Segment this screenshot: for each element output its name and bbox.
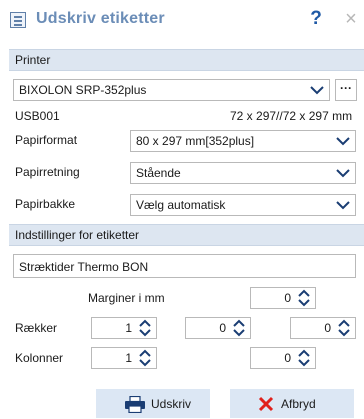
chevron-down-icon	[336, 201, 350, 210]
orientation-label: Papirretning	[15, 165, 80, 179]
orientation-value: Stående	[136, 166, 181, 180]
rows-spinner-1[interactable]: 1	[91, 317, 157, 339]
printer-more-button[interactable]: ···	[335, 79, 357, 101]
tray-value: Vælg automatisk	[136, 198, 226, 212]
spin-arrows-icon[interactable]	[336, 319, 352, 337]
printer-port-text: USB001	[15, 109, 60, 123]
label-settings-title: Indstillinger for etiketter	[15, 228, 140, 242]
print-button[interactable]: Udskriv	[96, 389, 210, 418]
label-template-value: Stræktider Thermo BON	[19, 260, 149, 274]
rows-value-3: 0	[324, 321, 331, 335]
list-document-icon	[10, 12, 26, 28]
label-settings-header: Indstillinger for etiketter	[9, 224, 364, 246]
x-mark-icon	[258, 396, 274, 412]
tray-select[interactable]: Vælg automatisk	[130, 194, 356, 216]
orientation-select[interactable]: Stående	[130, 162, 356, 184]
columns-value-1: 1	[125, 351, 132, 365]
spin-arrows-icon[interactable]	[137, 349, 153, 367]
paper-format-select[interactable]: 80 x 297 mm[352plus]	[130, 130, 356, 152]
spin-arrows-icon[interactable]	[231, 319, 247, 337]
rows-spinner-2[interactable]: 0	[185, 317, 251, 339]
columns-spinner-1[interactable]: 1	[91, 347, 157, 369]
printer-section-title: Printer	[15, 53, 51, 67]
printer-section-header: Printer	[9, 49, 364, 71]
printer-select-value: BIXOLON SRP-352plus	[19, 83, 147, 97]
printer-dimensions-text: 72 x 297//72 x 297 mm	[230, 109, 353, 123]
spin-arrows-icon[interactable]	[137, 319, 153, 337]
rows-value-2: 0	[219, 321, 226, 335]
spin-arrows-icon[interactable]	[296, 289, 312, 307]
title-bar: Udskriv etiketter ? ×	[0, 0, 364, 40]
paper-format-value: 80 x 297 mm[352plus]	[136, 134, 255, 148]
cancel-button-label: Afbryd	[281, 397, 316, 411]
chevron-down-icon	[310, 86, 324, 95]
columns-label: Kolonner	[15, 351, 64, 365]
rows-spinner-3[interactable]: 0	[290, 317, 356, 339]
close-button[interactable]: ×	[340, 6, 362, 32]
print-button-label: Udskriv	[151, 397, 192, 411]
spin-arrows-icon[interactable]	[296, 349, 312, 367]
printer-icon	[125, 396, 145, 413]
label-template-field[interactable]: Stræktider Thermo BON	[13, 254, 356, 278]
rows-label: Rækker	[15, 321, 58, 335]
margins-label: Marginer i mm	[88, 291, 165, 305]
rows-value-1: 1	[125, 321, 132, 335]
chevron-down-icon	[336, 137, 350, 146]
help-button[interactable]: ?	[304, 6, 328, 32]
window-title: Udskriv etiketter	[36, 10, 165, 27]
margin-value: 0	[284, 291, 291, 305]
chevron-down-icon	[336, 169, 350, 178]
printer-select[interactable]: BIXOLON SRP-352plus	[13, 79, 330, 101]
columns-spinner-2[interactable]: 0	[250, 347, 316, 369]
columns-value-2: 0	[284, 351, 291, 365]
paper-format-label: Papirformat	[15, 133, 78, 147]
tray-label: Papirbakke	[15, 197, 76, 211]
cancel-button[interactable]: Afbryd	[230, 389, 354, 418]
margin-spinner[interactable]: 0	[250, 287, 316, 309]
